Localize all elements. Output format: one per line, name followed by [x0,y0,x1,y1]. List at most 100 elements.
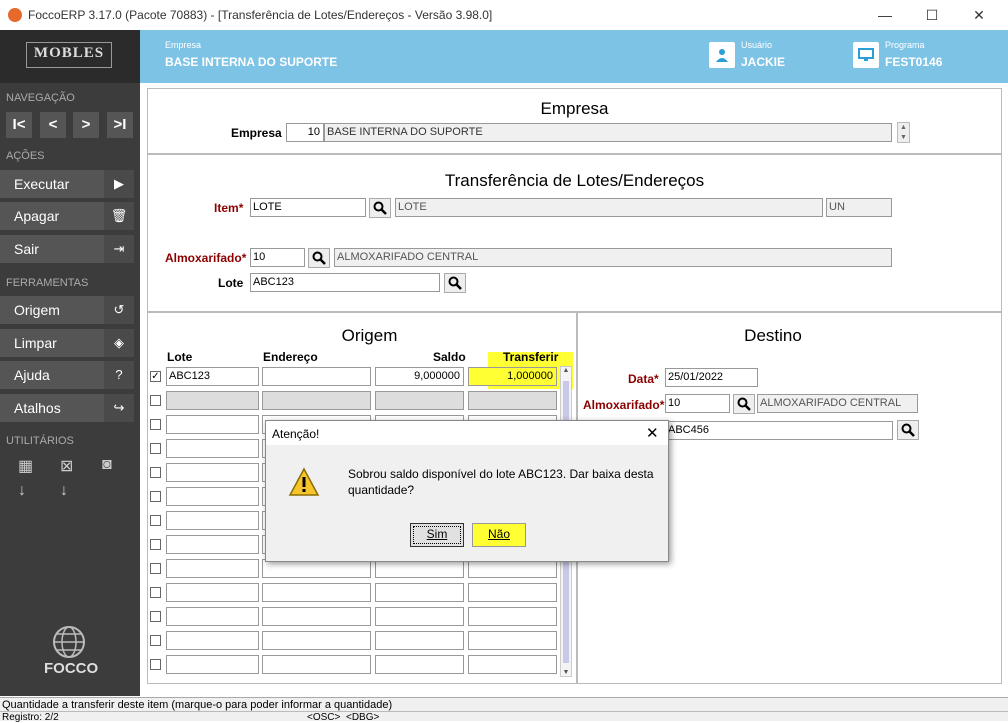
destino-lote-field[interactable]: ABC456 [665,421,893,440]
grid-cell[interactable] [166,607,259,626]
row-checkbox[interactable] [150,491,161,502]
atalhos-button[interactable]: Atalhos ↪ [0,394,134,422]
calculator-icon[interactable]: ▦ [18,456,33,476]
col-lote-header: Lote [167,350,193,364]
help-icon: ? [104,361,134,389]
grid-cell[interactable] [468,391,557,410]
limpar-label: Limpar [14,335,57,351]
registro-indicator: Registro: 2/2 [2,712,59,723]
row-checkbox[interactable] [150,515,161,526]
shortcut-icon: ↪ [104,394,134,422]
search-icon [448,276,462,290]
row-checkbox[interactable] [150,635,161,646]
grid-cell[interactable] [262,655,371,674]
row-saldo-cell[interactable]: 9,000000 [375,367,464,386]
row-checkbox[interactable] [150,563,161,574]
row-checkbox[interactable] [150,443,161,454]
row-checkbox[interactable] [150,467,161,478]
lote-search-button[interactable] [444,273,466,293]
almox-search-button[interactable] [308,248,330,268]
row-lote-cell[interactable]: ABC123 [166,367,259,386]
logo-area: MOBLES [0,30,140,83]
close-window-icon[interactable]: ✕ [956,0,1002,30]
item-code-field[interactable]: LOTE [250,198,366,217]
sair-button[interactable]: Sair ⇥ [0,235,134,263]
sim-button[interactable]: Sim [410,523,464,547]
grid-cell[interactable] [262,607,371,626]
scroll-down-icon[interactable]: ▼ [561,669,571,676]
grid-cell[interactable] [468,655,557,674]
header-bar: Empresa BASE INTERNA DO SUPORTE Usuário … [0,30,1008,83]
origem-label: Origem [14,302,60,318]
destino-lote-search-button[interactable] [897,420,919,440]
row-checkbox[interactable] [150,611,161,622]
item-label: Item* [214,201,244,215]
prev-record-button[interactable]: < [40,112,66,138]
camera-icon[interactable]: ◙ [102,456,112,474]
next-record-button[interactable]: > [73,112,99,138]
grid-cell[interactable] [166,439,259,458]
row-transferir-cell[interactable]: 1,000000 [468,367,557,386]
grid-cell[interactable] [166,511,259,530]
row-checkbox[interactable] [150,419,161,430]
item-search-button[interactable] [369,198,391,218]
grid-cell[interactable] [166,631,259,650]
apagar-button[interactable]: Apagar 🗑 [0,202,134,230]
row-checkbox[interactable] [150,395,161,406]
grid-cell[interactable] [166,535,259,554]
grid-cell[interactable] [375,583,464,602]
user-icon [709,42,735,68]
excel-icon[interactable]: ⊠ [60,456,73,476]
empresa-spinner[interactable]: ▲ ▼ [897,122,910,143]
grid-cell[interactable] [166,559,259,578]
grid-cell[interactable] [468,631,557,650]
nao-button[interactable]: Não [472,523,526,547]
col-transferir-header: Transferir [503,350,559,364]
origem-button[interactable]: Origem ↺ [0,296,134,324]
row-checkbox[interactable]: ✓ [150,371,161,382]
programa-value: FEST0146 [885,55,943,69]
row-checkbox[interactable] [150,659,161,670]
empresa-code-field[interactable]: 10 [286,123,324,142]
dialog-titlebar [266,421,668,445]
item-unit-field: UN [826,198,892,217]
grid-cell[interactable] [262,631,371,650]
scroll-up-icon[interactable]: ▲ [561,367,571,374]
grid-cell[interactable] [166,463,259,482]
almox-code-field[interactable]: 10 [250,248,305,267]
grid-cell[interactable] [166,487,259,506]
executar-label: Executar [14,176,70,192]
grid-cell[interactable] [166,415,259,434]
dialog-close-icon[interactable]: ✕ [646,424,659,442]
row-endereco-cell[interactable] [262,367,371,386]
executar-button[interactable]: Executar ▶ [0,170,134,198]
sort-az-icon[interactable]: ↓ [18,482,26,500]
grid-cell[interactable] [262,391,371,410]
grid-cell[interactable] [166,391,259,410]
row-checkbox[interactable] [150,539,161,550]
limpar-button[interactable]: Limpar ◈ [0,329,134,357]
destino-almox-search-button[interactable] [733,394,755,414]
eraser-icon: ◈ [104,329,134,357]
maximize-icon[interactable]: ☐ [909,0,955,30]
row-checkbox[interactable] [150,587,161,598]
grid-cell[interactable] [166,583,259,602]
lote-field[interactable]: ABC123 [250,273,440,292]
grid-cell[interactable] [375,391,464,410]
search-icon [901,423,915,437]
grid-cell[interactable] [166,655,259,674]
grid-cell[interactable] [468,583,557,602]
sort-desc-icon[interactable]: ↓ [60,482,68,500]
ajuda-button[interactable]: Ajuda? [0,361,134,389]
grid-cell[interactable] [262,583,371,602]
grid-cell[interactable] [375,607,464,626]
data-field[interactable]: 25/01/2022 [665,368,758,387]
grid-cell[interactable] [468,607,557,626]
grid-cell[interactable] [375,655,464,674]
destino-almox-code-field[interactable]: 10 [665,394,730,413]
last-record-button[interactable]: >I [107,112,133,138]
first-record-button[interactable]: I< [6,112,32,138]
minimize-icon[interactable]: — [862,0,908,30]
grid-cell[interactable] [375,631,464,650]
empresa-label: Empresa [231,126,282,140]
